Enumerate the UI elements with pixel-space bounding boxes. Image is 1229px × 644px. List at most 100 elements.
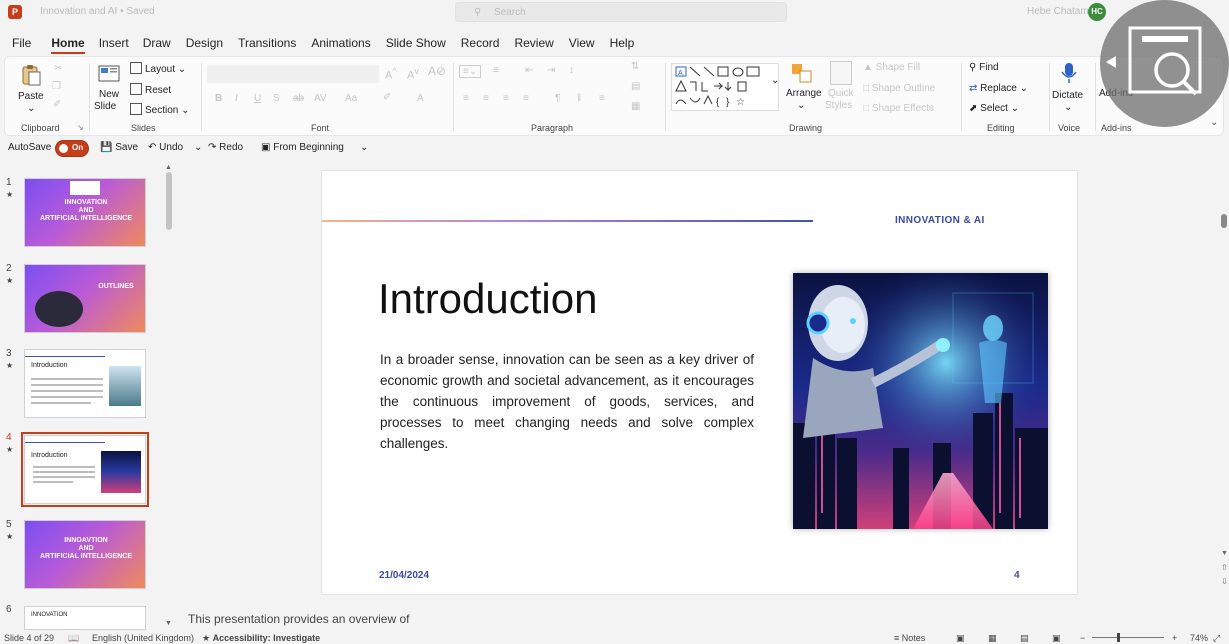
notes-pane-text[interactable]: This presentation provides an overview o…	[188, 612, 409, 626]
slide-thumbnail-6[interactable]: INNOVATION	[24, 606, 146, 630]
paste-dropdown-icon[interactable]: ⌄	[27, 103, 35, 114]
slide-number[interactable]: 4	[1014, 570, 1020, 581]
language-indicator[interactable]: English (United Kingdom)	[92, 633, 194, 643]
shape-fill-button[interactable]: ▲ Shape Fill	[863, 62, 920, 73]
text-direction-icon[interactable]: ⇅	[631, 61, 639, 72]
tab-view[interactable]: View	[569, 34, 595, 54]
clipboard-expand-icon[interactable]: ↘	[77, 123, 84, 132]
align-left-icon[interactable]: ≡	[463, 93, 469, 104]
new-slide-button-line2[interactable]: Slide	[94, 101, 116, 112]
find-button[interactable]: ⚲ Find	[969, 62, 999, 73]
font-size-box[interactable]	[345, 65, 379, 83]
tab-review[interactable]: Review	[514, 34, 553, 54]
search-box[interactable]: ⚲ Search	[455, 2, 787, 22]
section-button[interactable]: Section ⌄	[130, 103, 190, 116]
fit-to-window-icon[interactable]: ⤢	[1213, 633, 1220, 644]
new-slide-button[interactable]: New	[99, 89, 119, 100]
user-name[interactable]: Hebe Chatam	[1027, 6, 1089, 17]
align-right-icon[interactable]: ≡	[503, 93, 509, 104]
thumbnails-scrollbar[interactable]	[166, 172, 172, 230]
character-spacing-icon[interactable]: AV	[314, 93, 327, 104]
replace-button[interactable]: ⇄ Replace ⌄	[969, 83, 1028, 94]
copy-icon[interactable]: ❐	[52, 81, 61, 92]
rtl-icon[interactable]: ¶	[555, 93, 560, 104]
slideshow-view-icon[interactable]: ▣	[1052, 633, 1061, 644]
highlight-icon[interactable]: ✐	[383, 92, 391, 103]
columns-icon[interactable]: ‖	[577, 93, 581, 104]
screen-zoom-overlay[interactable]	[1100, 0, 1229, 127]
slide-header-text[interactable]: INNOVATION & AI	[895, 215, 985, 226]
slide-count[interactable]: Slide 4 of 29	[4, 633, 54, 643]
slide-thumbnail-2[interactable]: OUTLINES	[24, 264, 146, 333]
select-button[interactable]: ⬈ Select ⌄	[969, 103, 1019, 114]
cut-icon[interactable]: ✂	[54, 63, 62, 74]
paragraph-more-icon[interactable]: ≡	[599, 93, 605, 104]
decrease-font-icon[interactable]: Av	[407, 66, 419, 82]
format-painter-icon[interactable]: ✐	[53, 99, 61, 110]
align-center-icon[interactable]: ≡	[483, 93, 489, 104]
slide-title[interactable]: Introduction	[378, 275, 597, 323]
layout-button[interactable]: Layout ⌄	[130, 62, 186, 75]
tab-help[interactable]: Help	[610, 34, 635, 54]
robot-city-image[interactable]	[793, 273, 1048, 529]
tab-insert[interactable]: Insert	[99, 34, 129, 54]
tab-draw[interactable]: Draw	[143, 34, 171, 54]
undo-dropdown-icon[interactable]: ⌄	[194, 142, 202, 153]
shapes-gallery[interactable]: A {} ☆	[671, 63, 779, 111]
zoom-level[interactable]: 74%	[1190, 633, 1208, 643]
paste-button[interactable]: Paste	[18, 91, 44, 102]
tab-design[interactable]: Design	[186, 34, 223, 54]
zoom-slider-thumb[interactable]	[1117, 633, 1120, 642]
reset-button[interactable]: Reset	[130, 83, 171, 96]
slide-thumbnail-5[interactable]: INNOAVTION AND ARTIFICIAL INTELLIGENCE	[24, 520, 146, 589]
quick-styles-button-line2[interactable]: Styles	[825, 100, 852, 111]
canvas-scrollbar-thumb[interactable]	[1221, 214, 1227, 228]
normal-view-icon[interactable]: ▣	[956, 633, 965, 644]
zoom-slider-track[interactable]	[1092, 637, 1164, 638]
arrange-button[interactable]: Arrange	[786, 88, 822, 99]
line-spacing-icon[interactable]: ↕	[569, 65, 574, 76]
dictate-button[interactable]: Dictate	[1052, 90, 1083, 101]
bold-icon[interactable]: B	[215, 93, 222, 104]
shadow-icon[interactable]: S	[273, 93, 280, 104]
document-title[interactable]: Innovation and AI • Saved	[40, 6, 155, 17]
save-button[interactable]: 💾 Save	[100, 142, 138, 153]
align-text-icon[interactable]: ▤	[631, 81, 640, 92]
tab-home[interactable]: Home	[51, 34, 85, 54]
italic-icon[interactable]: I	[235, 93, 238, 104]
numbering-icon[interactable]: ≡	[493, 65, 499, 76]
undo-button[interactable]: ↶ Undo	[148, 142, 183, 153]
spell-check-icon[interactable]: 📖	[68, 633, 79, 644]
font-color-icon[interactable]: A	[417, 93, 424, 104]
shape-outline-button[interactable]: □ Shape Outline	[863, 83, 935, 94]
slide-body-text[interactable]: In a broader sense, innovation can be se…	[380, 349, 754, 454]
shapes-scroll-icon[interactable]: ⌄	[771, 75, 779, 86]
strikethrough-icon[interactable]: ab	[293, 93, 304, 104]
slide-date[interactable]: 21/04/2024	[379, 570, 429, 581]
zoom-out-icon[interactable]: −	[1080, 633, 1085, 643]
scroll-down-icon[interactable]: ▼	[165, 620, 172, 627]
change-case-icon[interactable]: Aa	[345, 93, 357, 104]
increase-font-icon[interactable]: A^	[385, 66, 397, 82]
slide-canvas[interactable]: INNOVATION & AI Introduction In a broade…	[321, 170, 1078, 595]
tab-slide-show[interactable]: Slide Show	[386, 34, 446, 54]
scroll-down-icon[interactable]: ▼	[1221, 550, 1228, 557]
bullets-icon[interactable]: ≡⌄	[459, 65, 482, 78]
next-slide-icon[interactable]: ⇩	[1221, 577, 1228, 586]
notes-button[interactable]: ≡ Notes	[894, 633, 925, 643]
scroll-up-icon[interactable]: ▲	[165, 164, 172, 171]
decrease-indent-icon[interactable]: ⇤	[525, 65, 533, 76]
justify-icon[interactable]: ≡	[523, 93, 529, 104]
zoom-in-icon[interactable]: +	[1172, 633, 1177, 643]
dictate-dropdown-icon[interactable]: ⌄	[1064, 102, 1072, 113]
slide-thumbnail-4[interactable]: Introduction	[21, 432, 149, 507]
font-name-box[interactable]	[207, 65, 367, 83]
autosave-toggle[interactable]: On	[55, 140, 89, 157]
redo-button[interactable]: ↷ Redo	[208, 142, 243, 153]
customize-qat-icon[interactable]: ⌄	[360, 142, 368, 153]
slide-sorter-icon[interactable]: ▦	[988, 633, 997, 644]
accessibility-button[interactable]: ★ Accessibility: Investigate	[202, 633, 320, 644]
tab-file[interactable]: File	[12, 34, 31, 54]
smartart-icon[interactable]: ▦	[631, 101, 640, 112]
quick-styles-button[interactable]: Quick	[828, 88, 854, 99]
